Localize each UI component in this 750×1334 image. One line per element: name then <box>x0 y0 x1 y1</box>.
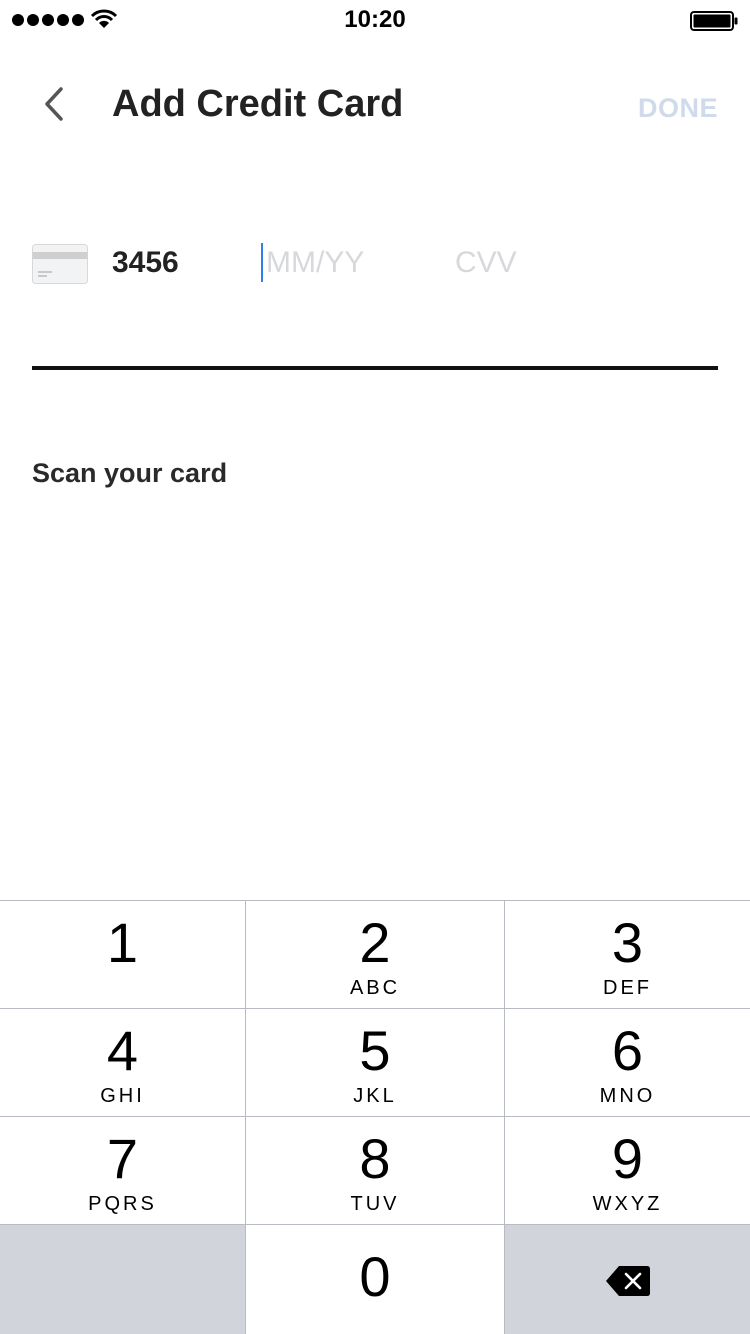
key-5[interactable]: 5 JKL <box>246 1009 504 1116</box>
scan-card-button[interactable]: Scan your card <box>32 456 227 490</box>
key-letters: GHI <box>100 1085 145 1107</box>
cvv-field[interactable]: CVV <box>455 240 575 286</box>
back-button[interactable] <box>30 80 78 128</box>
key-letters: MNO <box>599 1085 656 1107</box>
key-1[interactable]: 1 <box>0 901 245 1008</box>
key-digit: 2 <box>359 911 391 974</box>
page-title: Add Credit Card <box>112 83 404 125</box>
delete-key[interactable] <box>505 1225 750 1334</box>
key-digit: 6 <box>611 1019 644 1082</box>
expiry-date-field[interactable]: MM/YY <box>266 240 426 286</box>
credit-card-icon <box>32 244 88 284</box>
key-0[interactable]: 0 <box>246 1225 504 1334</box>
key-letters: ABC <box>349 977 401 999</box>
key-digit: 3 <box>611 911 644 974</box>
key-blank <box>0 1225 245 1334</box>
key-digit: 5 <box>359 1019 391 1082</box>
battery-icon <box>690 11 738 31</box>
card-number-field[interactable]: 3456 <box>112 240 179 286</box>
key-6[interactable]: 6 MNO <box>505 1009 750 1116</box>
key-9[interactable]: 9 WXYZ <box>505 1117 750 1224</box>
key-digit: 9 <box>611 1127 644 1190</box>
key-letters: TUV <box>350 1193 400 1215</box>
done-button[interactable]: DONE <box>638 88 718 128</box>
status-bar: 10:20 <box>0 0 750 40</box>
key-digit: 8 <box>359 1127 391 1190</box>
key-digit: 4 <box>106 1019 139 1082</box>
backspace-icon <box>606 1266 650 1296</box>
key-4[interactable]: 4 GHI <box>0 1009 245 1116</box>
text-cursor <box>261 243 263 282</box>
key-8[interactable]: 8 TUV <box>246 1117 504 1224</box>
status-time: 10:20 <box>344 6 406 33</box>
key-letters: WXYZ <box>592 1193 663 1215</box>
key-digit: 1 <box>106 911 139 974</box>
key-7[interactable]: 7 PQRS <box>0 1117 245 1224</box>
key-2[interactable]: 2 ABC <box>246 901 504 1008</box>
key-digit: 7 <box>106 1127 139 1190</box>
key-3[interactable]: 3 DEF <box>505 901 750 1008</box>
numeric-keypad: 1 2 ABC 3 DEF 4 GHI 5 JKL 6 MNO 7 PQRS 8… <box>0 900 750 1334</box>
key-letters: PQRS <box>88 1193 157 1215</box>
key-digit: 0 <box>359 1245 391 1308</box>
key-letters: DEF <box>603 977 652 999</box>
key-letters: JKL <box>353 1085 397 1107</box>
input-underline <box>32 366 718 370</box>
chevron-left-icon <box>45 87 63 121</box>
